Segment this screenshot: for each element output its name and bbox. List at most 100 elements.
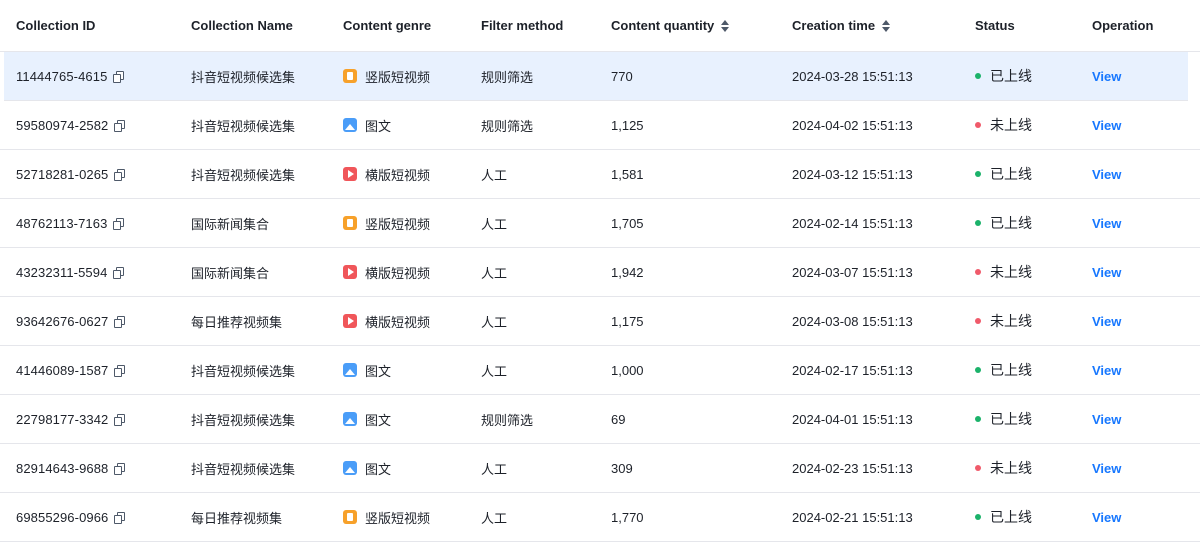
sort-icon[interactable]: [721, 19, 730, 32]
creation-time: 2024-03-28 15:51:13: [792, 68, 913, 84]
sort-icon[interactable]: [882, 19, 891, 32]
view-cell: View: [1092, 199, 1121, 247]
table-row[interactable]: 41446089-1587 抖音短视频候选集 图文 人工 1,000 2024-…: [0, 346, 1200, 395]
table-body: 11444765-4615 抖音短视频候选集 竖版短视频 规则筛选 770 20…: [0, 52, 1200, 542]
collection-name: 抖音短视频候选集: [191, 167, 296, 183]
status-cell: 未上线: [975, 248, 1032, 296]
table-row[interactable]: 82914643-9688 抖音短视频候选集 图文 人工 309 2024-02…: [0, 444, 1200, 493]
copy-icon[interactable]: [114, 169, 126, 181]
status-dot-icon: [975, 367, 981, 373]
collection-id-cell: 22798177-3342: [16, 395, 126, 443]
landscape-video-icon: [343, 314, 357, 328]
table-row[interactable]: 93642676-0627 每日推荐视频集 横版短视频 人工 1,175 202…: [0, 297, 1200, 346]
table-row[interactable]: 69855296-0966 每日推荐视频集 竖版短视频 人工 1,770 202…: [0, 493, 1200, 542]
creation-time: 2024-02-17 15:51:13: [792, 362, 913, 378]
table-row[interactable]: 43232311-5594 国际新闻集合 横版短视频 人工 1,942 2024…: [0, 248, 1200, 297]
content-genre-cell: 横版短视频: [343, 150, 430, 198]
collection-name: 抖音短视频候选集: [191, 461, 296, 477]
view-link[interactable]: View: [1092, 69, 1121, 84]
status-cell: 未上线: [975, 101, 1032, 149]
collection-id-cell: 82914643-9688: [16, 444, 126, 492]
content-genre-cell: 图文: [343, 101, 391, 149]
header-content-quantity[interactable]: Content quantity: [611, 0, 730, 51]
status-badge: 已上线: [990, 215, 1032, 231]
status-dot-icon: [975, 171, 981, 177]
collection-id-cell: 43232311-5594: [16, 248, 125, 296]
view-cell: View: [1092, 52, 1121, 100]
table-row[interactable]: 22798177-3342 抖音短视频候选集 图文 规则筛选 69 2024-0…: [0, 395, 1200, 444]
view-link[interactable]: View: [1092, 363, 1121, 378]
collection-id: 22798177-3342: [16, 411, 109, 427]
collection-id: 59580974-2582: [16, 117, 109, 133]
view-link[interactable]: View: [1092, 118, 1121, 133]
content-quantity: 770: [611, 68, 633, 84]
collection-id-cell: 93642676-0627: [16, 297, 126, 345]
status-dot-icon: [975, 465, 981, 471]
view-cell: View: [1092, 297, 1121, 345]
collection-id: 82914643-9688: [16, 460, 109, 476]
copy-icon[interactable]: [114, 365, 126, 377]
collection-name: 每日推荐视频集: [191, 314, 283, 330]
content-genre: 图文: [365, 363, 392, 379]
table-row[interactable]: 48762113-7163 国际新闻集合 竖版短视频 人工 1,705 2024…: [0, 199, 1200, 248]
copy-icon[interactable]: [113, 218, 125, 230]
content-quantity: 1,000: [611, 362, 644, 378]
copy-icon[interactable]: [113, 267, 125, 279]
content-genre-cell: 图文: [343, 395, 391, 443]
content-genre-cell: 竖版短视频: [343, 52, 430, 100]
copy-icon[interactable]: [114, 414, 126, 426]
status-dot-icon: [975, 416, 981, 422]
content-quantity: 1,705: [611, 215, 644, 231]
table-row[interactable]: 59580974-2582 抖音短视频候选集 图文 规则筛选 1,125 202…: [0, 101, 1200, 150]
portrait-video-icon: [343, 69, 357, 83]
table-row[interactable]: 52718281-0265 抖音短视频候选集 横版短视频 人工 1,581 20…: [0, 150, 1200, 199]
image-text-icon: [343, 363, 357, 377]
status-badge: 未上线: [990, 460, 1032, 476]
status-badge: 已上线: [990, 68, 1032, 84]
collection-id: 52718281-0265: [16, 166, 109, 182]
collection-name: 抖音短视频候选集: [191, 118, 296, 134]
status-cell: 已上线: [975, 395, 1032, 443]
view-link[interactable]: View: [1092, 510, 1121, 525]
header-creation-time[interactable]: Creation time: [792, 0, 891, 51]
view-link[interactable]: View: [1092, 265, 1121, 280]
status-badge: 未上线: [990, 117, 1032, 133]
table-row[interactable]: 11444765-4615 抖音短视频候选集 竖版短视频 规则筛选 770 20…: [4, 52, 1188, 101]
content-quantity: 1,770: [611, 509, 644, 525]
status-dot-icon: [975, 122, 981, 128]
copy-icon[interactable]: [114, 512, 126, 524]
creation-time: 2024-03-12 15:51:13: [792, 166, 913, 182]
view-link[interactable]: View: [1092, 412, 1121, 427]
copy-icon[interactable]: [114, 120, 126, 132]
content-genre-cell: 图文: [343, 444, 391, 492]
header-content-genre: Content genre: [343, 18, 432, 33]
view-link[interactable]: View: [1092, 216, 1121, 231]
content-genre: 图文: [365, 412, 392, 428]
filter-method: 人工: [481, 510, 508, 526]
view-link[interactable]: View: [1092, 314, 1121, 329]
content-genre: 竖版短视频: [365, 69, 431, 85]
copy-icon[interactable]: [113, 71, 125, 83]
view-link[interactable]: View: [1092, 167, 1121, 182]
collection-id-cell: 41446089-1587: [16, 346, 126, 394]
status-cell: 已上线: [975, 150, 1032, 198]
collection-id: 69855296-0966: [16, 509, 109, 525]
content-quantity: 1,581: [611, 166, 644, 182]
copy-icon[interactable]: [114, 463, 126, 475]
filter-method: 人工: [481, 314, 508, 330]
copy-icon[interactable]: [114, 316, 126, 328]
image-text-icon: [343, 118, 357, 132]
status-cell: 未上线: [975, 444, 1032, 492]
content-genre: 图文: [365, 118, 392, 134]
creation-time: 2024-04-01 15:51:13: [792, 411, 913, 427]
collection-name: 抖音短视频候选集: [191, 412, 296, 428]
collection-name: 抖音短视频候选集: [191, 363, 296, 379]
header-status: Status: [975, 18, 1015, 33]
content-genre: 图文: [365, 461, 392, 477]
collection-name: 每日推荐视频集: [191, 510, 283, 526]
content-genre-cell: 竖版短视频: [343, 493, 430, 541]
creation-time: 2024-03-08 15:51:13: [792, 313, 913, 329]
image-text-icon: [343, 461, 357, 475]
view-link[interactable]: View: [1092, 461, 1121, 476]
image-text-icon: [343, 412, 357, 426]
